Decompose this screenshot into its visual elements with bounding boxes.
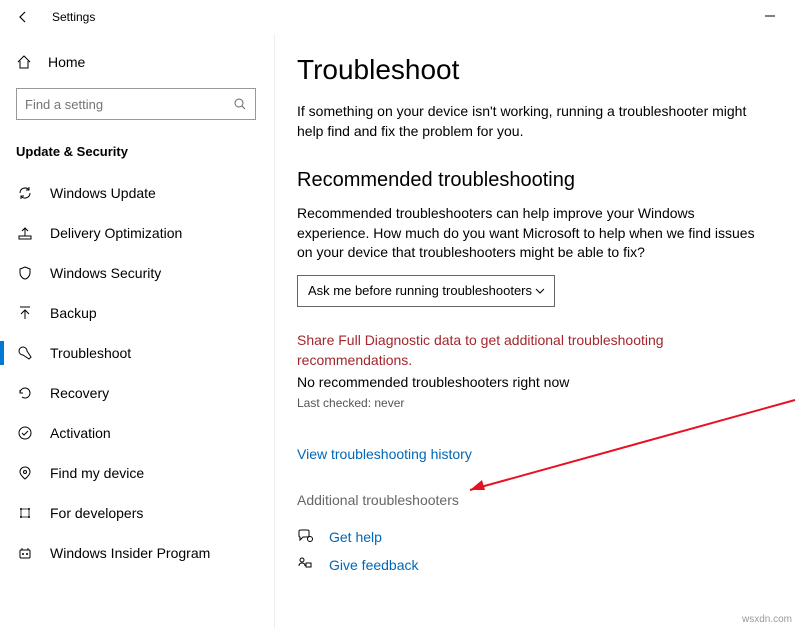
troubleshoot-preference-dropdown[interactable]: Ask me before running troubleshooters <box>297 275 555 307</box>
activation-icon <box>16 424 34 442</box>
page-title: Troubleshoot <box>297 54 760 86</box>
back-button[interactable] <box>10 4 36 30</box>
search-icon <box>233 97 247 111</box>
get-help-row[interactable]: Get help <box>297 528 760 546</box>
optimization-icon <box>16 224 34 242</box>
sidebar-item-troubleshoot[interactable]: Troubleshoot <box>16 333 274 373</box>
sidebar-item-label: Windows Insider Program <box>50 545 210 561</box>
sidebar-item-label: Windows Update <box>50 185 156 201</box>
insider-icon <box>16 544 34 562</box>
sidebar-item-label: Troubleshoot <box>50 345 131 361</box>
shield-icon <box>16 264 34 282</box>
sidebar-item-backup[interactable]: Backup <box>16 293 274 333</box>
home-icon <box>16 54 32 70</box>
intro-text: If something on your device isn't workin… <box>297 102 760 141</box>
developers-icon <box>16 504 34 522</box>
help-icon <box>297 528 315 546</box>
sidebar-item-label: Find my device <box>50 465 144 481</box>
additional-troubleshooters-heading[interactable]: Additional troubleshooters <box>297 492 760 508</box>
last-checked-text: Last checked: never <box>297 396 760 410</box>
sidebar-item-label: Windows Security <box>50 265 161 281</box>
sidebar-item-find-my-device[interactable]: Find my device <box>16 453 274 493</box>
search-input[interactable] <box>25 97 233 112</box>
dropdown-value: Ask me before running troubleshooters <box>308 283 532 298</box>
home-label: Home <box>48 54 85 70</box>
sidebar-item-windows-update[interactable]: Windows Update <box>16 173 274 213</box>
main-content: Troubleshoot If something on your device… <box>275 34 800 629</box>
give-feedback-link[interactable]: Give feedback <box>329 557 419 573</box>
sidebar-item-label: Backup <box>50 305 97 321</box>
sidebar-item-windows-security[interactable]: Windows Security <box>16 253 274 293</box>
backup-icon <box>16 304 34 322</box>
sidebar-item-recovery[interactable]: Recovery <box>16 373 274 413</box>
sidebar-item-for-developers[interactable]: For developers <box>16 493 274 533</box>
diagnostic-data-link[interactable]: Share Full Diagnostic data to get additi… <box>297 331 760 370</box>
recommended-heading: Recommended troubleshooting <box>297 169 760 192</box>
titlebar: Settings <box>0 0 800 34</box>
watermark: wsxdn.com <box>742 614 792 625</box>
sidebar-item-label: Recovery <box>50 385 109 401</box>
no-recommended-text: No recommended troubleshooters right now <box>297 374 760 390</box>
view-history-link[interactable]: View troubleshooting history <box>297 446 760 462</box>
sidebar-item-delivery-optimization[interactable]: Delivery Optimization <box>16 213 274 253</box>
chevron-down-icon <box>534 285 546 297</box>
location-icon <box>16 464 34 482</box>
recommended-description: Recommended troubleshooters can help imp… <box>297 204 760 263</box>
recovery-icon <box>16 384 34 402</box>
sidebar: Home Update & Security Windows Update De… <box>0 34 275 629</box>
sidebar-item-activation[interactable]: Activation <box>16 413 274 453</box>
sidebar-item-label: Activation <box>50 425 111 441</box>
search-box[interactable] <box>16 88 256 120</box>
sidebar-item-label: For developers <box>50 505 143 521</box>
sidebar-item-label: Delivery Optimization <box>50 225 182 241</box>
window-title: Settings <box>52 10 95 24</box>
troubleshoot-icon <box>16 344 34 362</box>
minimize-button[interactable] <box>756 6 784 26</box>
sync-icon <box>16 184 34 202</box>
get-help-link[interactable]: Get help <box>329 529 382 545</box>
section-label: Update & Security <box>16 144 274 159</box>
home-nav-item[interactable]: Home <box>16 44 274 80</box>
sidebar-item-windows-insider[interactable]: Windows Insider Program <box>16 533 274 573</box>
give-feedback-row[interactable]: Give feedback <box>297 556 760 574</box>
feedback-icon <box>297 556 315 574</box>
